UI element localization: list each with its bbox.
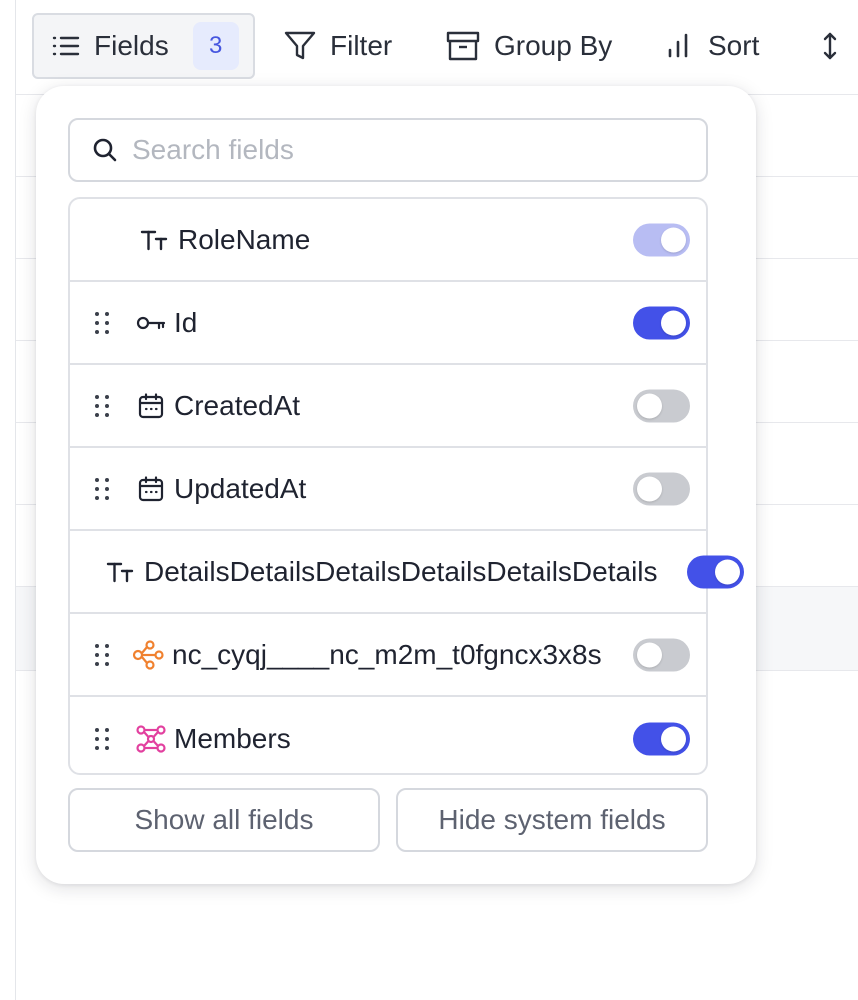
toggle-knob [715, 559, 740, 584]
field-name: DetailsDetailsDetailsDetailsDetailsDetai… [144, 555, 658, 587]
archive-icon [446, 31, 480, 61]
field-name: Id [174, 306, 198, 338]
fields-count-badge: 3 [192, 22, 239, 70]
drag-handle-icon[interactable] [92, 476, 112, 502]
hide-system-fields-button[interactable]: Hide system fields [396, 788, 708, 852]
field-row-rolename[interactable]: RoleName [70, 199, 706, 282]
field-row-details[interactable]: DetailsDetailsDetailsDetailsDetailsDetai… [70, 531, 744, 614]
calendar-icon [138, 475, 164, 502]
toggle-knob [637, 642, 662, 667]
text-type-icon [106, 560, 134, 584]
drag-handle-icon[interactable] [92, 393, 112, 419]
search-icon [93, 138, 117, 162]
drag-handle-icon[interactable] [92, 310, 112, 336]
row-height-button[interactable] [820, 13, 840, 79]
drag-handle-icon[interactable] [92, 642, 112, 668]
filter-button[interactable]: Filter [284, 13, 392, 79]
field-visibility-toggle[interactable] [633, 638, 690, 671]
search-box[interactable] [68, 118, 708, 182]
drag-handle-icon[interactable] [92, 726, 112, 752]
field-name: UpdatedAt [174, 472, 307, 504]
toggle-knob [661, 726, 686, 751]
grid-left-border [15, 0, 16, 1000]
fields-button-label: Fields [94, 30, 169, 61]
search-fields-input[interactable] [132, 134, 652, 166]
field-visibility-toggle[interactable] [633, 722, 690, 755]
toggle-knob [661, 310, 686, 335]
sort-bars-icon [668, 33, 688, 58]
toggle-knob [661, 227, 686, 252]
field-row-members[interactable]: Members [70, 697, 706, 780]
toggle-knob [637, 476, 662, 501]
field-row-id[interactable]: Id [70, 282, 706, 365]
row-height-icon [823, 32, 837, 60]
field-name: RoleName [178, 223, 311, 255]
many-to-many-icon [136, 724, 166, 753]
field-row-updatedat[interactable]: UpdatedAt [70, 448, 706, 531]
field-row-createdat[interactable]: CreatedAt [70, 365, 706, 448]
field-row-relation[interactable]: nc_cyqj____nc_m2m_t0fgncx3x8s [70, 614, 706, 697]
field-list: RoleName Id CreatedAt UpdatedAt DetailsD… [68, 197, 744, 775]
toggle-knob [637, 393, 662, 418]
field-visibility-toggle[interactable] [687, 555, 744, 588]
calendar-icon [138, 392, 164, 419]
fields-button[interactable]: Fields 3 [32, 13, 255, 79]
sort-button[interactable]: Sort [666, 13, 759, 79]
field-name: CreatedAt [174, 389, 301, 421]
field-name: nc_cyqj____nc_m2m_t0fgncx3x8s [172, 638, 602, 670]
filter-icon [284, 31, 316, 60]
list-icon [52, 36, 80, 56]
group-by-button-label: Group By [494, 30, 613, 61]
sort-button-label: Sort [708, 30, 760, 61]
field-visibility-toggle[interactable] [633, 472, 690, 505]
field-visibility-toggle[interactable] [633, 306, 690, 339]
field-visibility-toggle[interactable] [633, 389, 690, 422]
text-type-icon [140, 228, 168, 252]
filter-button-label: Filter [330, 30, 393, 61]
group-by-button[interactable]: Group By [446, 13, 612, 79]
relation-icon [132, 639, 164, 670]
show-all-fields-button[interactable]: Show all fields [68, 788, 380, 852]
fields-menu-popup: RoleName Id [36, 86, 756, 884]
field-name: Members [174, 722, 291, 754]
field-visibility-toggle[interactable] [633, 223, 690, 256]
key-icon [136, 314, 166, 332]
view-toolbar: Fields 3 Filter Group By Sort [0, 0, 858, 94]
